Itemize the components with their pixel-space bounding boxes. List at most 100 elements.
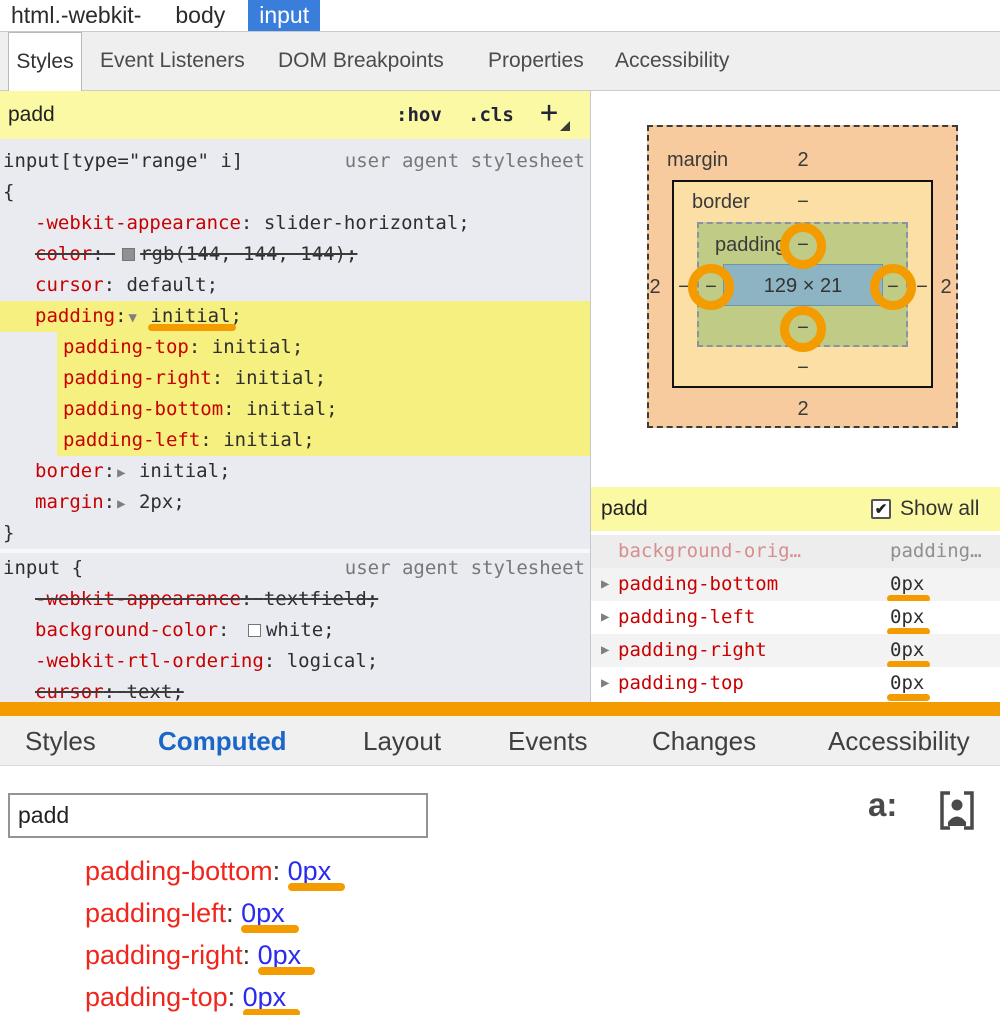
computed-filter-bar: padd Show all <box>591 487 1000 531</box>
property-name[interactable]: padding-top <box>63 336 189 358</box>
semicolon: ; <box>291 336 304 358</box>
tab-properties[interactable]: Properties <box>488 32 584 90</box>
computed-row-padding-top: ▶ padding-top 0px <box>591 667 1000 701</box>
declaration-cursor: cursor: default; <box>0 270 590 301</box>
property-value[interactable]: white <box>266 619 323 641</box>
computed-property-name: background-orig… <box>618 540 802 562</box>
color-swatch[interactable] <box>122 248 136 261</box>
struck-declaration: color: rgb(144, 144, 144); <box>35 243 357 265</box>
struck-declaration: cursor: text; <box>35 681 184 703</box>
tab-dom-breakpoints[interactable]: DOM Breakpoints <box>278 32 444 90</box>
css-rule-input: input { user agent stylesheet -webkit-appe… <box>0 553 590 703</box>
property-value[interactable]: textfield <box>264 588 367 610</box>
collapse-arrow-icon[interactable]: ▼ <box>127 310 139 326</box>
box-model-margin-right-value[interactable]: 2 <box>926 276 966 298</box>
new-style-rule-button[interactable]: + <box>540 91 558 135</box>
property-name[interactable]: padding <box>35 305 115 327</box>
annotation-circle-padding-left <box>688 264 734 310</box>
expand-arrow-icon[interactable]: ▶ <box>599 568 611 601</box>
property-value[interactable]: logical <box>287 650 367 672</box>
breadcrumb-item-input[interactable]: input <box>248 0 321 31</box>
breadcrumb-item-html-webkit[interactable]: html.-webkit- <box>0 0 152 31</box>
property-value[interactable]: initial <box>223 429 303 451</box>
property-value[interactable]: initial <box>139 460 219 482</box>
rule-selector[interactable]: input[type="range" i] <box>3 150 243 172</box>
property-name[interactable]: background-color <box>35 619 218 641</box>
property-value[interactable]: text <box>127 681 173 703</box>
filtered-property-padding-top: padding-top: 0px <box>85 976 331 1015</box>
property-name[interactable]: margin <box>35 491 104 513</box>
property-name[interactable]: cursor <box>35 681 104 703</box>
computed-property-name: padding-left <box>618 606 756 628</box>
bottom-tab-changes[interactable]: Changes <box>652 716 756 766</box>
rule-selector[interactable]: input { <box>3 557 83 579</box>
expand-arrow-icon[interactable]: ▶ <box>599 601 611 634</box>
computed-property-value: 0px <box>886 568 931 602</box>
open-brace: { <box>3 181 15 203</box>
property-name[interactable]: padding-right <box>63 367 212 389</box>
box-model-border-top-value[interactable]: − <box>783 191 823 213</box>
computed-property-name: padding-right <box>618 639 767 661</box>
expand-arrow-icon[interactable]: ▶ <box>115 496 127 512</box>
styles-filter-input[interactable]: padd <box>8 91 55 139</box>
toggle-hover-state-button[interactable]: :hov <box>396 91 442 139</box>
property-value[interactable]: initial <box>235 367 315 389</box>
colon: : <box>218 619 230 641</box>
computed-properties-list: background-orig… padding… ▶ padding-bottom 0… <box>591 535 1000 701</box>
tab-styles[interactable]: Styles <box>8 32 82 91</box>
box-model-border-bottom-value[interactable]: − <box>783 357 823 379</box>
stylesheet-origin: user agent stylesheet <box>344 557 585 579</box>
bottom-tab-accessibility[interactable]: Accessibility <box>828 716 970 766</box>
property-value[interactable]: initial <box>246 398 326 420</box>
bottom-tab-computed[interactable]: Computed <box>158 716 287 766</box>
property-name[interactable]: color <box>35 243 92 265</box>
show-all-label[interactable]: Show all <box>900 487 979 531</box>
property-value[interactable]: initial <box>150 305 230 327</box>
show-all-checkbox[interactable] <box>871 499 891 519</box>
property-value[interactable]: initial <box>212 336 292 358</box>
expand-arrow-icon[interactable]: ▶ <box>599 634 611 667</box>
colon: : <box>103 460 116 482</box>
property-value[interactable]: 0px <box>243 982 287 1012</box>
annotation-divider-bar <box>0 702 1000 716</box>
semicolon: ; <box>303 429 315 451</box>
property-name[interactable]: -webkit-rtl-ordering <box>35 650 264 672</box>
bottom-tab-layout[interactable]: Layout <box>363 716 441 766</box>
box-model-margin-bottom-value[interactable]: 2 <box>783 398 823 420</box>
property-name[interactable]: cursor <box>35 274 104 296</box>
filtered-property-padding-bottom: padding-bottom: 0px <box>85 850 331 892</box>
property-name[interactable]: border <box>35 460 104 482</box>
property-name[interactable]: -webkit-appearance <box>35 212 241 234</box>
computed-filter-input[interactable]: padd <box>601 487 648 531</box>
font-rendering-icon[interactable]: a: <box>868 786 897 824</box>
expand-arrow-icon[interactable]: ▶ <box>599 667 611 700</box>
property-value[interactable]: slider-horizontal <box>264 212 458 234</box>
filtered-property-padding-left: padding-left: 0px <box>85 892 331 934</box>
elements-sidebar-tabs: Styles Event Listeners DOM Breakpoints Prop… <box>0 32 1000 91</box>
new-style-rule-dropdown-icon[interactable] <box>560 121 570 131</box>
tab-event-listeners[interactable]: Event Listeners <box>100 32 245 90</box>
bottom-tab-styles[interactable]: Styles <box>25 716 96 766</box>
expand-arrow-icon[interactable]: ▶ <box>115 465 127 481</box>
tab-accessibility[interactable]: Accessibility <box>615 32 729 90</box>
color-swatch[interactable] <box>247 624 261 637</box>
box-model-content-size[interactable]: 129 × 21 <box>723 264 883 306</box>
accessibility-person-icon[interactable] <box>936 788 978 839</box>
property-value[interactable]: 0px <box>288 856 332 886</box>
property-name[interactable]: padding-left <box>63 429 200 451</box>
bottom-tab-events[interactable]: Events <box>508 716 588 766</box>
property-value[interactable]: 2px <box>139 491 173 513</box>
property-value[interactable]: 0px <box>258 940 302 970</box>
declaration-padding-top: padding-top: initial; <box>57 332 590 363</box>
declaration-cursor: cursor: text; <box>0 677 590 703</box>
property-name[interactable]: padding-bottom <box>63 398 223 420</box>
property-value[interactable]: rgb(144, 144, 144) <box>140 243 346 265</box>
property-value[interactable]: default <box>127 274 207 296</box>
property-value[interactable]: 0px <box>241 898 285 928</box>
element-classes-button[interactable]: .cls <box>468 91 514 139</box>
box-model-margin-top-value[interactable]: 2 <box>783 149 823 171</box>
computed-search-input[interactable] <box>8 793 428 838</box>
breadcrumb-item-body[interactable]: body <box>164 0 236 31</box>
computed-property-name: padding-bottom <box>618 573 779 595</box>
property-name[interactable]: -webkit-appearance <box>35 588 241 610</box>
